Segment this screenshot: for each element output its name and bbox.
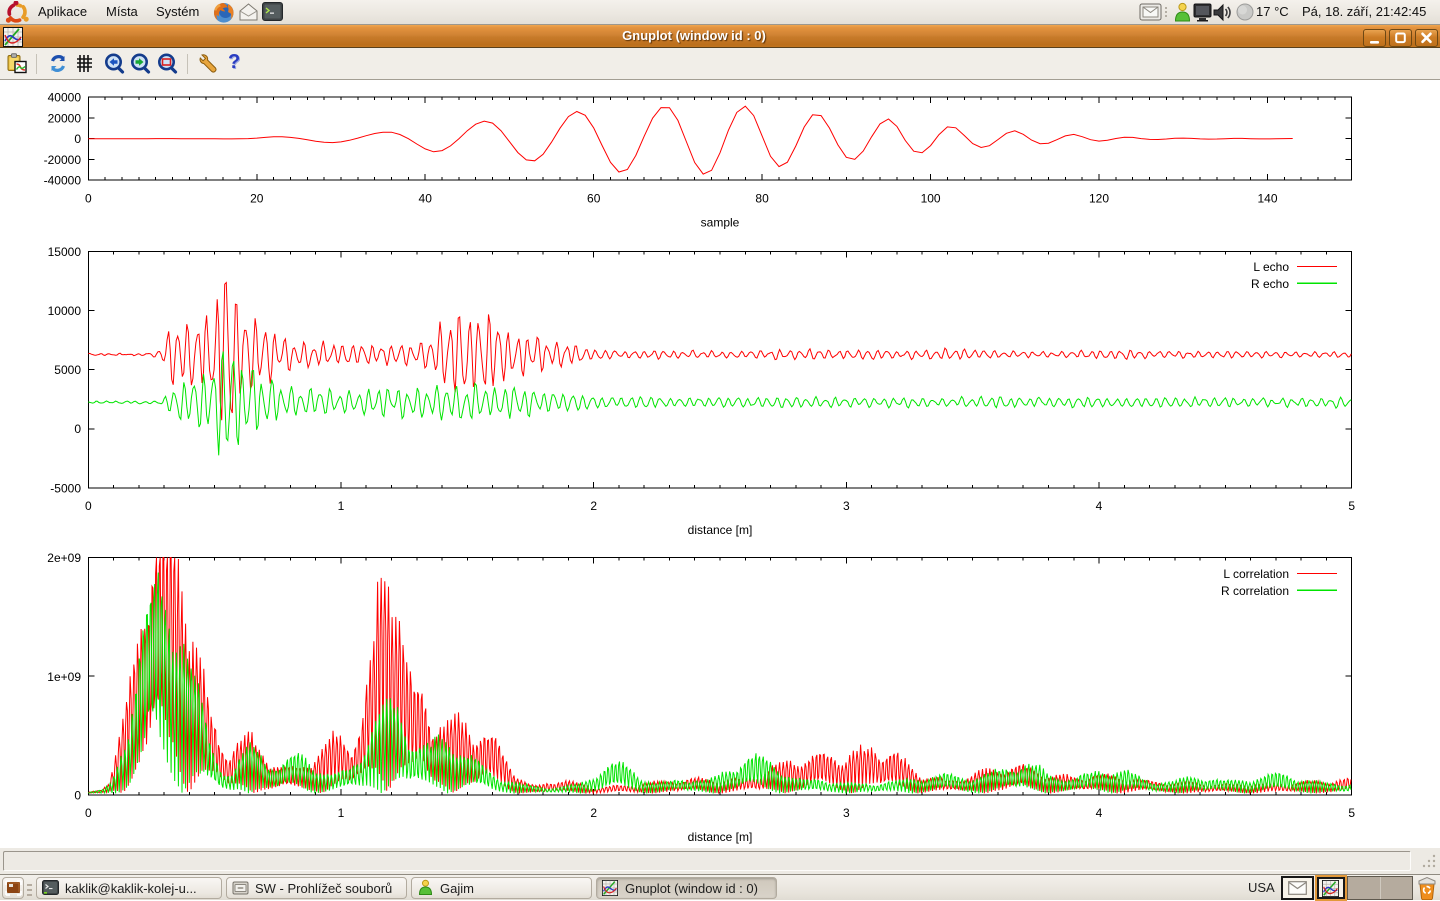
svg-text:3: 3 bbox=[843, 806, 850, 820]
svg-text:1e+09: 1e+09 bbox=[47, 670, 81, 684]
svg-text:4: 4 bbox=[1096, 499, 1103, 513]
svg-text:distance [m]: distance [m] bbox=[688, 830, 753, 844]
svg-text:5: 5 bbox=[1348, 499, 1355, 513]
svg-text:0: 0 bbox=[74, 789, 81, 803]
svg-text:2: 2 bbox=[590, 806, 597, 820]
svg-text:-40000: -40000 bbox=[44, 174, 82, 188]
svg-text:2e+09: 2e+09 bbox=[47, 551, 81, 565]
svg-text:0: 0 bbox=[74, 422, 81, 436]
svg-text:R echo: R echo bbox=[1251, 277, 1289, 291]
svg-text:0: 0 bbox=[85, 192, 92, 206]
svg-text:sample: sample bbox=[701, 216, 740, 230]
svg-text:40000: 40000 bbox=[48, 91, 82, 105]
svg-text:0: 0 bbox=[85, 499, 92, 513]
svg-text:3: 3 bbox=[843, 499, 850, 513]
svg-text:5000: 5000 bbox=[54, 363, 81, 377]
svg-text:100: 100 bbox=[921, 192, 941, 206]
svg-text:R correlation: R correlation bbox=[1221, 584, 1289, 598]
svg-text:80: 80 bbox=[755, 192, 769, 206]
svg-text:5: 5 bbox=[1348, 806, 1355, 820]
svg-text:140: 140 bbox=[1257, 192, 1277, 206]
svg-text:-5000: -5000 bbox=[50, 481, 81, 495]
svg-text:20000: 20000 bbox=[48, 112, 82, 126]
svg-text:120: 120 bbox=[1089, 192, 1109, 206]
svg-text:0: 0 bbox=[74, 132, 81, 146]
svg-text:60: 60 bbox=[587, 192, 601, 206]
svg-text:10000: 10000 bbox=[48, 304, 82, 318]
svg-text:20: 20 bbox=[250, 192, 264, 206]
svg-text:L echo: L echo bbox=[1253, 260, 1289, 274]
svg-text:15000: 15000 bbox=[48, 245, 82, 259]
svg-text:distance [m]: distance [m] bbox=[688, 523, 753, 537]
svg-text:1: 1 bbox=[338, 806, 345, 820]
svg-text:-20000: -20000 bbox=[44, 153, 82, 167]
svg-text:4: 4 bbox=[1096, 806, 1103, 820]
svg-text:L correlation: L correlation bbox=[1223, 567, 1289, 581]
svg-text:40: 40 bbox=[419, 192, 433, 206]
svg-text:2: 2 bbox=[590, 499, 597, 513]
svg-text:1: 1 bbox=[338, 499, 345, 513]
svg-text:0: 0 bbox=[85, 806, 92, 820]
